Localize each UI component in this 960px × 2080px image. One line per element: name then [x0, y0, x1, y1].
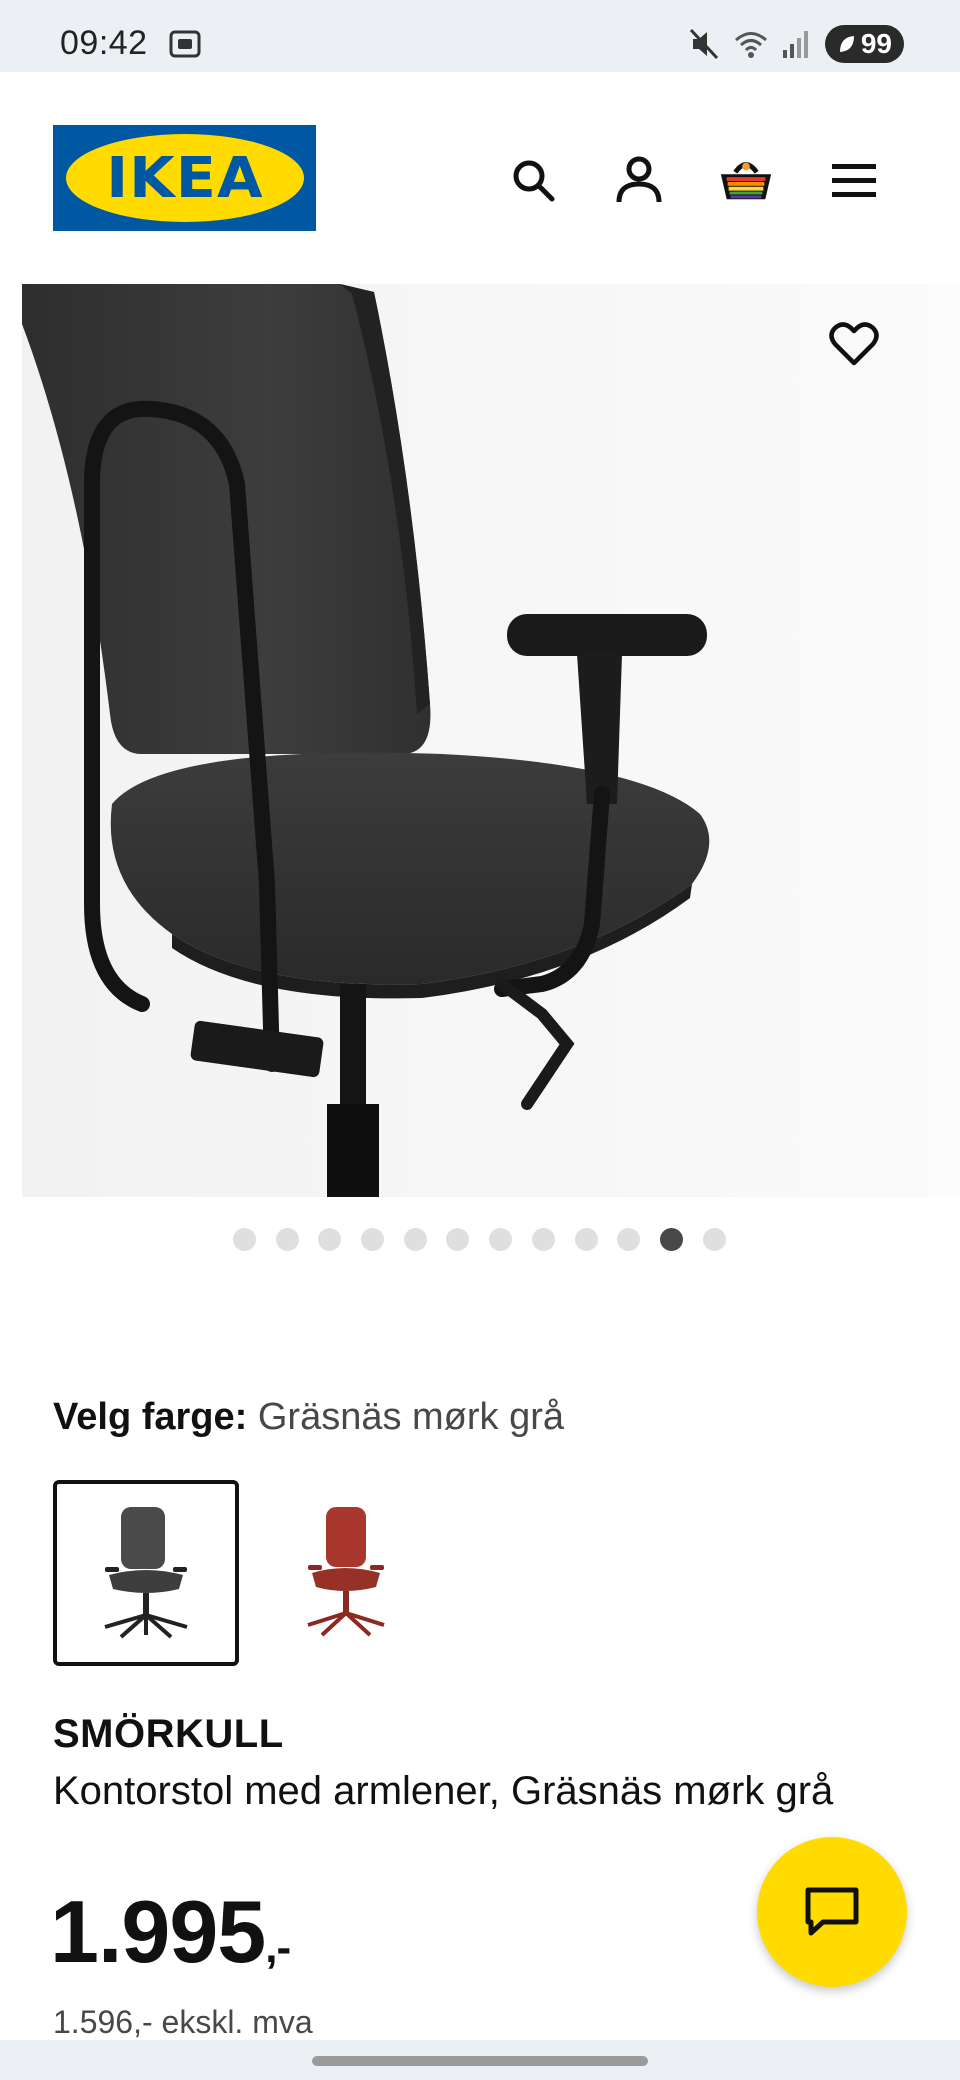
status-bar: 09:42 99 — [0, 0, 960, 72]
product-image[interactable] — [22, 284, 960, 1197]
battery-level: 99 — [860, 28, 892, 59]
carousel-dot[interactable] — [446, 1228, 470, 1251]
price-excl-vat: 1.596,- ekskl. mva — [53, 2004, 313, 2040]
signal-icon — [782, 31, 808, 58]
carousel-dot[interactable] — [574, 1228, 598, 1251]
carousel-dot[interactable] — [531, 1228, 555, 1251]
wifi-icon — [734, 32, 767, 58]
heart-icon — [829, 322, 879, 366]
product-description: Kontorstol med armlener, Gräsnäs mørk gr… — [53, 1769, 834, 1813]
menu-button[interactable] — [826, 152, 882, 208]
color-label-value: Gräsnäs mørk grå — [257, 1396, 565, 1438]
menu-icon — [832, 164, 876, 197]
system-nav-bar — [0, 2040, 960, 2080]
color-option-red[interactable] — [252, 1480, 438, 1666]
search-button[interactable] — [505, 152, 561, 208]
product-name: SMÖRKULL — [53, 1712, 284, 1756]
carousel-dot[interactable] — [318, 1228, 342, 1251]
carousel-dot[interactable] — [403, 1228, 427, 1251]
home-indicator[interactable] — [312, 2056, 648, 2066]
logo-text: IKEA — [105, 145, 264, 211]
cart-button[interactable] — [718, 152, 774, 208]
account-icon — [616, 156, 662, 203]
price-suffix: ,- — [265, 1923, 291, 1972]
carousel-dot[interactable] — [489, 1228, 513, 1251]
chat-button[interactable] — [757, 1837, 907, 1987]
chat-icon — [805, 1887, 859, 1936]
battery-indicator: 99 — [824, 25, 904, 63]
carousel-dots — [0, 1228, 960, 1252]
product-price: 1.995,- — [50, 1882, 291, 1998]
price-value: 1.995 — [50, 1882, 266, 1981]
carousel-dot[interactable] — [233, 1228, 256, 1251]
account-button[interactable] — [611, 152, 667, 208]
mute-icon — [689, 28, 718, 60]
search-icon — [513, 160, 555, 202]
carousel-dot[interactable] — [361, 1228, 385, 1251]
status-time: 09:42 — [60, 24, 148, 62]
office-chair-photo — [22, 284, 710, 1197]
color-option-dark-grey[interactable] — [53, 1480, 239, 1666]
logo-oval: IKEA — [65, 134, 304, 222]
favorite-button[interactable] — [818, 308, 890, 380]
screen-record-icon — [169, 30, 201, 58]
carousel-dot[interactable] — [659, 1228, 683, 1251]
chair-thumbnail-grey — [104, 1507, 188, 1639]
carousel-dot[interactable] — [702, 1228, 726, 1251]
carousel-dots-track — [233, 1228, 726, 1251]
status-icons: 99 — [687, 24, 904, 64]
site-header: IKEA — [0, 72, 960, 284]
chair-thumbnail-red — [307, 1507, 385, 1637]
color-label-prefix: Velg farge: — [53, 1396, 248, 1438]
color-selector-label: Velg farge: Gräsnäs mørk grå — [53, 1396, 564, 1439]
battery-leaf-icon — [839, 36, 854, 52]
carousel-dot[interactable] — [275, 1228, 299, 1251]
cart-icon — [720, 162, 772, 200]
carousel-dot[interactable] — [617, 1228, 641, 1251]
ikea-logo[interactable]: IKEA — [53, 125, 316, 231]
